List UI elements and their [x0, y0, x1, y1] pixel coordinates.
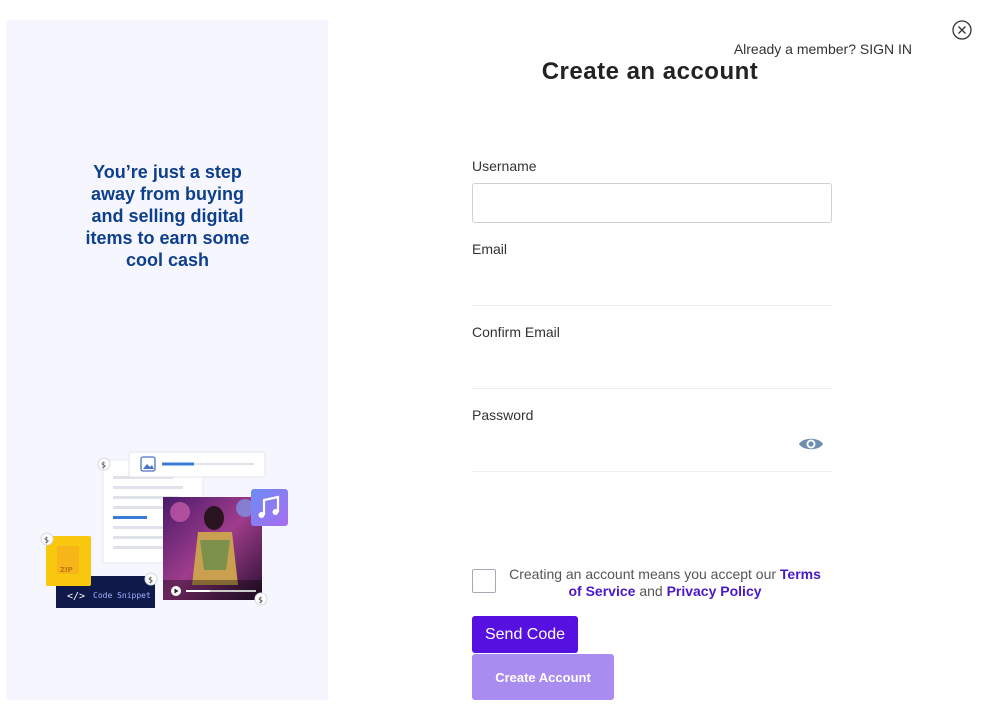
signin-prompt: Already a member? SIGN IN: [734, 41, 912, 57]
confirm-email-label: Confirm Email: [472, 324, 560, 340]
username-input[interactable]: [472, 183, 832, 223]
create-account-button[interactable]: Create Account: [472, 654, 614, 700]
terms-checkbox[interactable]: [472, 569, 496, 593]
image-upload-bar: [128, 451, 266, 478]
svg-text:$: $: [44, 536, 49, 545]
svg-text:$: $: [148, 576, 153, 585]
terms-prefix: Creating an account means you accept our: [509, 566, 777, 582]
promo-tagline: You’re just a step away from buying and …: [85, 162, 250, 270]
close-icon[interactable]: [952, 20, 972, 40]
price-badge: $: [40, 532, 54, 546]
svg-text:</>: </>: [67, 591, 85, 602]
concert-video-card: [163, 497, 262, 600]
send-code-button[interactable]: Send Code: [472, 616, 578, 653]
svg-text:$: $: [258, 596, 263, 605]
privacy-policy-link[interactable]: Privacy Policy: [667, 583, 762, 599]
password-label: Password: [472, 407, 534, 423]
eye-icon[interactable]: [798, 434, 824, 454]
price-badge: $: [254, 592, 268, 606]
terms-middle: and: [639, 583, 663, 599]
terms-text: Creating an account means you accept our…: [502, 566, 828, 600]
password-input[interactable]: [472, 439, 832, 472]
svg-text:ZIP: ZIP: [60, 566, 73, 574]
signin-link[interactable]: SIGN IN: [860, 41, 912, 57]
page-title: Create an account: [541, 58, 759, 85]
price-badge: $: [144, 572, 158, 586]
svg-text:$: $: [101, 461, 106, 470]
svg-text:Code Snippet: Code Snippet: [93, 591, 151, 600]
music-card: [251, 489, 288, 526]
price-badge: $: [97, 457, 111, 471]
confirm-email-input[interactable]: [472, 356, 832, 389]
email-input[interactable]: [472, 273, 832, 306]
username-label: Username: [472, 158, 537, 174]
zip-file-card: ZIP: [46, 536, 91, 586]
email-label: Email: [472, 241, 508, 257]
signin-prompt-text: Already a member?: [733, 41, 856, 57]
marketplace-illustration: </> Code Snippet ZIP $ $ $ $: [40, 451, 288, 608]
